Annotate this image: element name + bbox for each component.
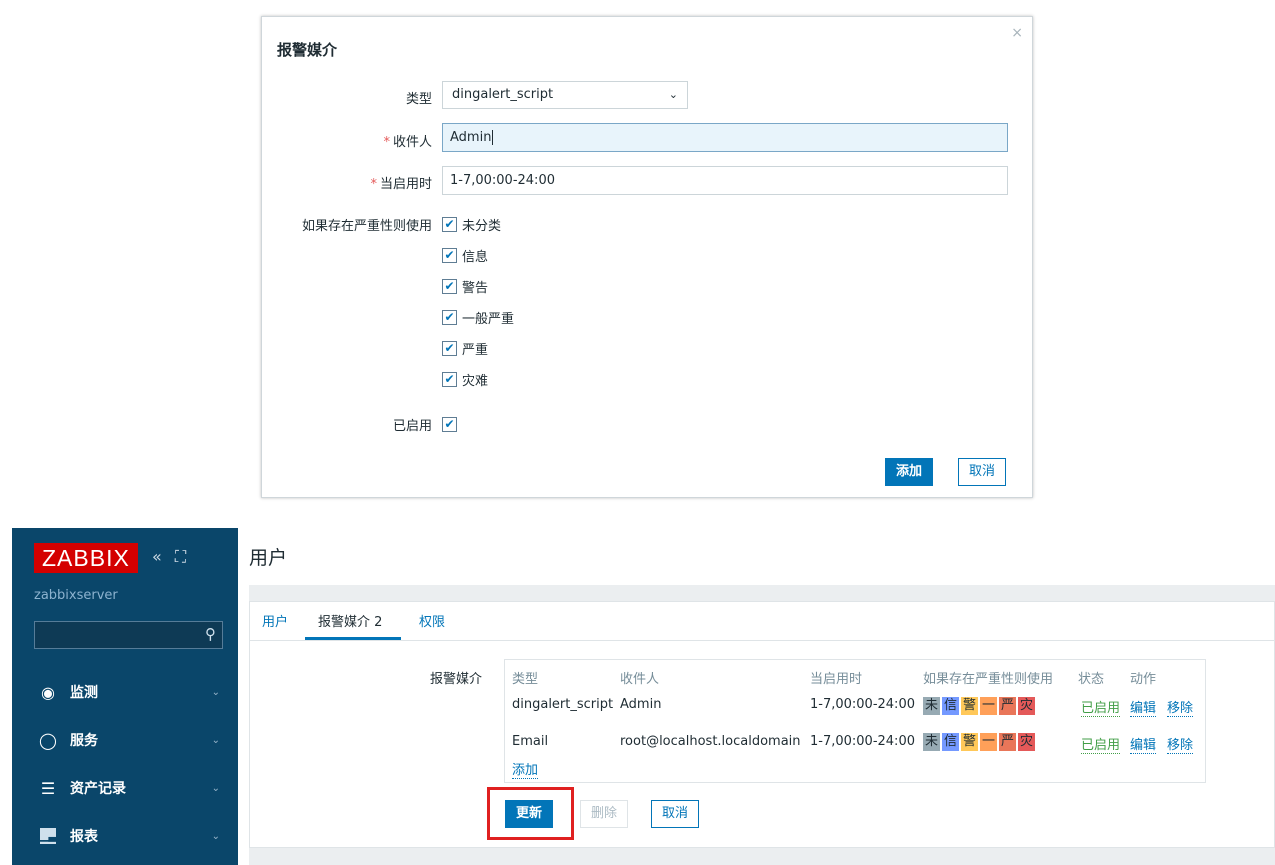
- tab-divider: [249, 640, 1275, 641]
- type-select-value: dingalert_script: [452, 87, 554, 102]
- severity-badge: 一: [980, 697, 997, 715]
- collapse-icon[interactable]: «: [152, 547, 162, 566]
- edit-link[interactable]: 编辑: [1130, 701, 1157, 717]
- column-header: 状态: [1078, 672, 1105, 687]
- enabled-label: 已启用: [392, 419, 432, 434]
- severity-not-classified[interactable]: ✔ 未分类: [442, 215, 501, 234]
- chevron-down-icon: ⌄: [211, 734, 220, 746]
- sendto-input[interactable]: Admin: [442, 123, 1008, 152]
- severity-badge: 严: [999, 697, 1016, 715]
- type-select[interactable]: dingalert_script ⌄: [442, 81, 688, 109]
- search-icon[interactable]: ⚲: [205, 625, 216, 643]
- clock-icon: ◯: [39, 730, 57, 750]
- severity-badge: 一: [980, 733, 997, 751]
- severity-information[interactable]: ✔ 信息: [442, 246, 488, 265]
- column-header: 当启用时: [810, 672, 863, 687]
- checkbox-checked-icon[interactable]: ✔: [442, 278, 457, 294]
- edit-link[interactable]: 编辑: [1130, 738, 1157, 754]
- when-active-label: * 当启用时: [370, 177, 432, 192]
- type-label: 类型: [405, 92, 432, 107]
- row-sendto: Admin: [620, 697, 662, 712]
- chevron-down-icon: ⌄: [211, 830, 220, 842]
- severity-badge: 未: [923, 733, 940, 751]
- delete-button: 删除: [580, 800, 629, 828]
- tab-permissions[interactable]: 权限: [419, 611, 445, 630]
- sidebar-item-inventory[interactable]: ☰ 资产记录 ⌄: [12, 764, 238, 812]
- severity-badge: 信: [942, 733, 959, 751]
- add-button[interactable]: 添加: [885, 458, 934, 486]
- severity-average[interactable]: ✔ 一般严重: [442, 308, 514, 327]
- row-when: 1-7,00:00-24:00: [810, 734, 915, 749]
- chevron-down-icon: ⌄: [211, 686, 220, 698]
- severity-warning[interactable]: ✔ 警告: [442, 277, 488, 296]
- severity-badge: 未: [923, 697, 940, 715]
- severity-badge: 警: [961, 697, 978, 715]
- page-title: 用户: [249, 547, 288, 569]
- zabbix-logo[interactable]: ZABBIX: [34, 543, 138, 573]
- checkbox-checked-icon[interactable]: ✔: [442, 309, 457, 325]
- checkbox-checked-icon[interactable]: ✔: [442, 216, 457, 232]
- eye-icon: ◉: [41, 682, 55, 702]
- checkbox-checked-icon[interactable]: ✔: [442, 340, 457, 356]
- status-link[interactable]: 已启用: [1081, 738, 1121, 754]
- cancel-button[interactable]: 取消: [651, 800, 700, 828]
- sidebar-item-reports[interactable]: ▁▃ 报表 ⌄: [12, 812, 238, 860]
- chevron-down-icon: ⌄: [211, 782, 220, 794]
- update-button[interactable]: 更新: [505, 800, 554, 828]
- column-header: 动作: [1130, 672, 1157, 687]
- media-dialog: 报警媒介 × 类型 dingalert_script ⌄ * 收件人 Admin …: [261, 16, 1033, 498]
- column-header: 收件人: [620, 672, 660, 687]
- severity-disaster[interactable]: ✔ 灾难: [442, 370, 488, 389]
- sidebar-search-input[interactable]: ⚲: [34, 621, 223, 649]
- row-type: dingalert_script: [512, 697, 614, 712]
- severity-badges: 未信警一严灾: [923, 697, 1037, 715]
- list-icon: ☰: [40, 778, 56, 798]
- row-sendto: root@localhost.localdomain: [620, 734, 801, 749]
- close-icon[interactable]: ×: [1011, 25, 1023, 41]
- severity-label: 如果存在严重性则使用: [301, 219, 432, 234]
- severity-badge: 灾: [1018, 697, 1035, 715]
- severity-badge: 灾: [1018, 733, 1035, 751]
- column-header: 如果存在严重性则使用: [923, 672, 1054, 687]
- checkbox-checked-icon[interactable]: ✔: [442, 416, 457, 432]
- sendto-label: * 收件人: [383, 135, 432, 150]
- kiosk-icon[interactable]: ⛶: [175, 547, 186, 566]
- remove-link[interactable]: 移除: [1167, 738, 1194, 754]
- status-link[interactable]: 已启用: [1081, 701, 1121, 717]
- row-type: Email: [512, 734, 549, 749]
- bar-chart-icon: ▁▃: [40, 828, 57, 844]
- chevron-down-icon: ⌄: [668, 88, 678, 101]
- server-name: zabbixserver: [34, 588, 118, 603]
- dialog-title: 报警媒介: [277, 41, 338, 59]
- media-field-label: 报警媒介: [430, 672, 483, 687]
- when-active-input[interactable]: 1-7,00:00-24:00: [442, 166, 1008, 195]
- severity-badge: 信: [942, 697, 959, 715]
- sidebar: ZABBIX « ⛶ zabbixserver ⚲ ◉ 监测 ⌄ ◯ 服务 ⌄ …: [12, 528, 238, 865]
- sidebar-item-services[interactable]: ◯ 服务 ⌄: [12, 716, 238, 764]
- sidebar-controls: « ⛶: [152, 547, 194, 567]
- severity-high[interactable]: ✔ 严重: [442, 339, 488, 358]
- add-media-link[interactable]: 添加: [512, 763, 539, 779]
- severity-badges: 未信警一严灾: [923, 733, 1037, 751]
- enabled-toggle[interactable]: ✔: [442, 415, 457, 433]
- row-when: 1-7,00:00-24:00: [810, 697, 915, 712]
- cancel-button[interactable]: 取消: [958, 458, 1007, 486]
- severity-badge: 警: [961, 733, 978, 751]
- sidebar-item-monitoring[interactable]: ◉ 监测 ⌄: [12, 668, 238, 716]
- column-header: 类型: [512, 672, 539, 687]
- checkbox-checked-icon[interactable]: ✔: [442, 371, 457, 387]
- severity-badge: 严: [999, 733, 1016, 751]
- tab-media[interactable]: 报警媒介 2: [318, 611, 382, 630]
- remove-link[interactable]: 移除: [1167, 701, 1194, 717]
- tab-user[interactable]: 用户: [262, 611, 288, 630]
- active-tab-indicator: [305, 637, 401, 640]
- checkbox-checked-icon[interactable]: ✔: [442, 247, 457, 263]
